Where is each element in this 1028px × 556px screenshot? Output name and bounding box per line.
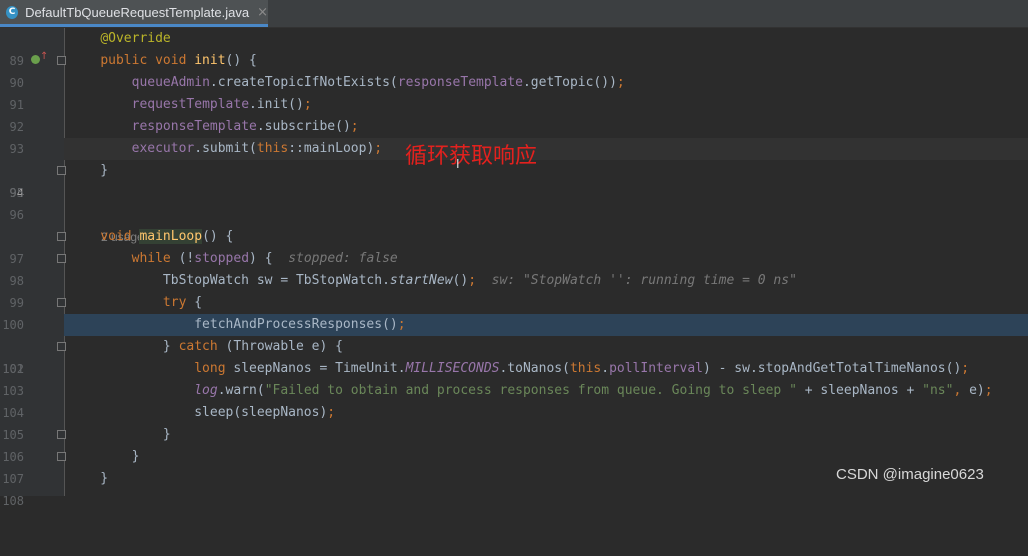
code-line: 96 [0,182,1028,222]
fold-marker-icon[interactable] [57,430,66,439]
line-code: sleep(sleepNanos); [69,405,336,420]
fold-marker-icon[interactable] [57,56,66,65]
line-code: log.warn("Failed to obtain and process r… [194,383,993,398]
line-number: 108 [2,494,24,508]
java-class-icon: C [6,5,19,19]
code-line: 103 long sleepNanos = TimeUnit.MILLISECO… [0,358,1028,398]
tab-default-tb-queue-request-template[interactable]: C DefaultTbQueueRequestTemplate.java × [0,0,268,27]
line-code: while (!stopped) { stopped: false [131,251,398,266]
line-code: long sleepNanos = TimeUnit.MILLISECONDS.… [194,361,970,376]
line-code: queueAdmin.createTopicIfNotExists(respon… [131,75,625,90]
code-line: 89 @Override [0,28,1028,68]
line-code: } [69,449,140,464]
code-line: 91 queueAdmin.createTopicIfNotExists(res… [0,72,1028,112]
close-icon[interactable]: × [257,5,268,20]
fold-marker-icon[interactable] [57,166,66,175]
line-code: TbStopWatch sw = TbStopWatch.startNew();… [69,273,797,288]
code-line: 100 try { [0,292,1028,332]
annotation-note: 循环获取响应 [405,144,538,169]
line-code: executor.submit(this::mainLoop); [131,141,383,156]
code-editor[interactable]: 89 @Override 90 ↑ public void init() { 9… [0,28,1028,508]
line-code: try { [162,295,203,310]
line-code: } [69,163,109,178]
watermark: CSDN @imagine0623 [836,466,984,483]
line-code: @Override [100,31,171,46]
debug-inline-value: sw: "StopWatch '': running time = 0 ns" [491,273,797,288]
code-line: 106 } [0,424,1028,464]
fold-marker-icon[interactable] [57,232,66,241]
code-line: 107 } [0,446,1028,486]
code-line: 93 responseTemplate.subscribe(); [0,116,1028,156]
fold-marker-icon[interactable] [57,254,66,263]
code-line: 99 TbStopWatch sw = TbStopWatch.startNew… [0,270,1028,310]
code-line: 97 void mainLoop() { [0,226,1028,266]
line-code: void mainLoop() { [100,229,234,244]
code-line: 92 requestTemplate.init(); [0,94,1028,134]
line-code: fetchAndProcessResponses(); [69,317,406,332]
line-code: public void init() { [100,53,257,68]
line-code: responseTemplate.subscribe(); [131,119,359,134]
line-code: } catch (Throwable e) { [69,339,343,354]
implements-method-icon[interactable] [31,55,40,64]
line-code: } [69,471,109,486]
debug-inline-value: stopped: false [288,251,398,266]
code-line: 105 sleep(sleepNanos); [0,402,1028,442]
fold-marker-icon[interactable] [57,342,66,351]
string-literal: "Failed to obtain and process responses … [264,383,797,398]
text-cursor-icon: I [456,157,460,171]
go-to-super-arrow-icon[interactable]: ↑ [40,52,48,62]
string-literal: "ns" [922,383,954,398]
code-line-execution-point: 101 fetchAndProcessResponses(); [0,314,1028,376]
tab-label: DefaultTbQueueRequestTemplate.java [25,4,250,20]
usages-hint-row: 2 usages [0,204,1028,244]
line-code: requestTemplate.init(); [131,97,312,112]
fold-marker-icon[interactable] [57,298,66,307]
code-line: 98 while (!stopped) { stopped: false [0,248,1028,288]
code-line: 102 } catch (Throwable e) { [0,336,1028,376]
line-code: } [69,427,171,442]
code-line: 90 ↑ public void init() { [0,50,1028,91]
code-line: 104 log.warn("Failed to obtain and proce… [0,380,1028,420]
fold-marker-icon[interactable] [57,452,66,461]
editor-tab-bar: C DefaultTbQueueRequestTemplate.java × [0,0,1028,28]
